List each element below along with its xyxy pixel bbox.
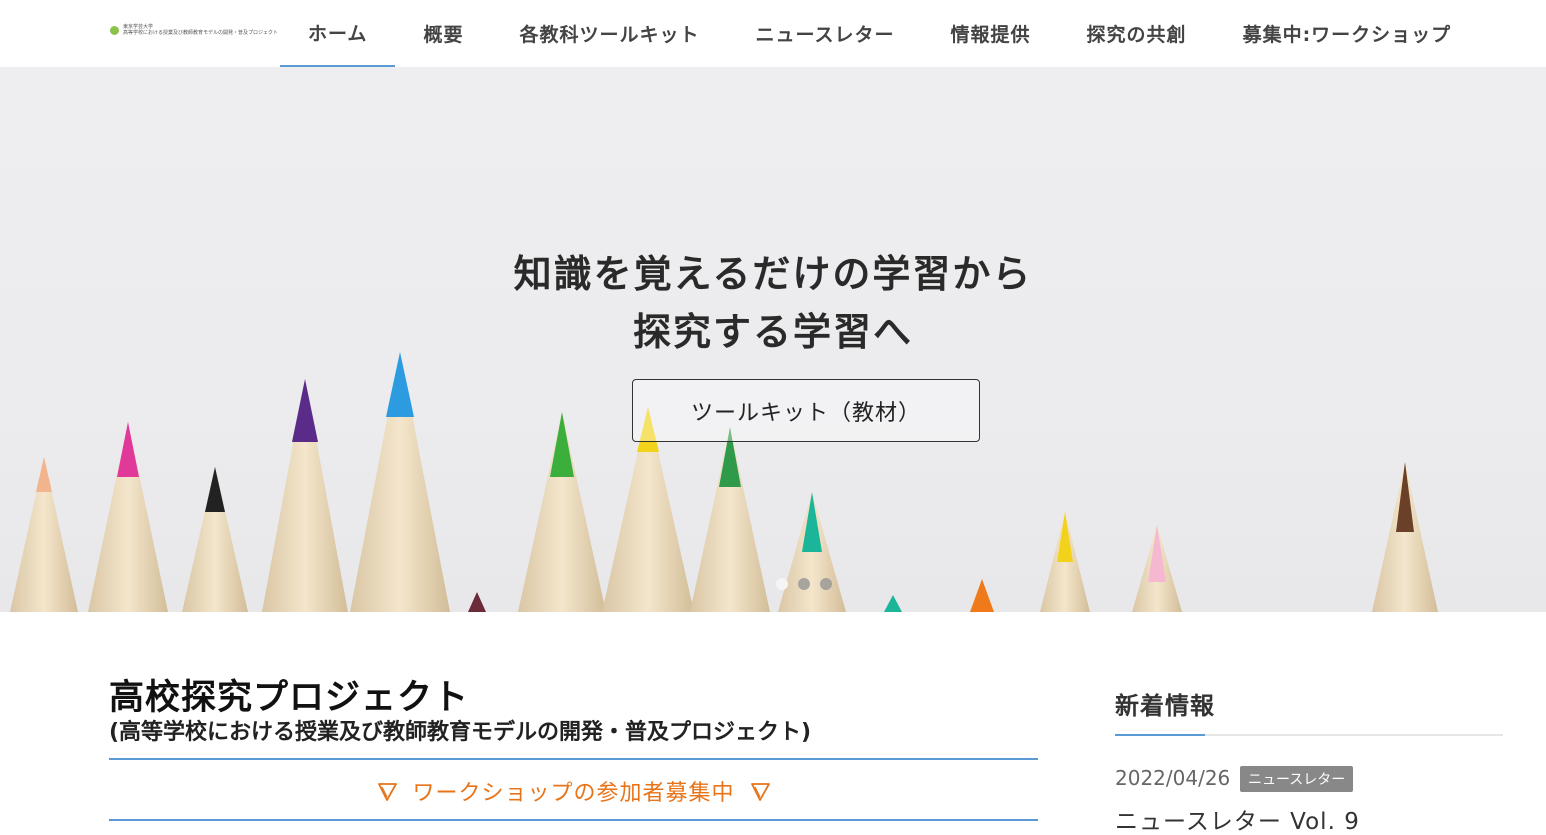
- logo-line2: 高等学校における授業及び教師教育モデルの開発・普及プロジェクト: [123, 30, 279, 36]
- carousel-dot-3[interactable]: [820, 578, 832, 590]
- carousel-dots: [776, 578, 832, 590]
- hero-title: 知識を覚えるだけの学習から 探究する学習へ: [0, 245, 1546, 361]
- nav-item-co-creation[interactable]: 探究の共創: [1059, 0, 1215, 67]
- site-logo[interactable]: 東京学芸大学 高等学校における授業及び教師教育モデルの開発・普及プロジェクト: [110, 20, 278, 40]
- banner-divider-bottom: [109, 819, 1038, 821]
- site-header: 東京学芸大学 高等学校における授業及び教師教育モデルの開発・普及プロジェクト ホ…: [0, 0, 1546, 67]
- banner-divider-top: [109, 758, 1038, 760]
- nav-item-home[interactable]: ホーム: [280, 0, 396, 67]
- hero-carousel: 知識を覚えるだけの学習から 探究する学習へ ツールキット（教材）: [0, 67, 1546, 612]
- triangle-down-icon: [378, 782, 398, 801]
- nav-item-newsletter[interactable]: ニュースレター: [727, 0, 922, 67]
- main-nav: ホーム 概要 各教科ツールキット ニュースレター 情報提供 探究の共創 募集中:…: [280, 0, 1479, 67]
- nav-item-workshop[interactable]: 募集中:ワークショップ: [1215, 0, 1480, 67]
- page-subtitle: (高等学校における授業及び教師教育モデルの開発・普及プロジェクト): [109, 720, 812, 745]
- carousel-dot-1[interactable]: [776, 578, 788, 590]
- logo-mark-icon: [110, 25, 119, 35]
- news-date: 2022/04/26: [1115, 766, 1231, 790]
- toolkit-button[interactable]: ツールキット（教材）: [632, 379, 980, 442]
- hero-title-line2: 探究する学習へ: [632, 310, 913, 354]
- news-section-title: 新着情報: [1115, 692, 1215, 720]
- workshop-banner-link[interactable]: ワークショップの参加者募集中: [109, 763, 1038, 818]
- nav-item-info[interactable]: 情報提供: [923, 0, 1059, 67]
- news-section-divider-accent: [1115, 734, 1205, 736]
- workshop-banner-text: ワークショップの参加者募集中: [412, 780, 735, 806]
- hero-title-line1: 知識を覚えるだけの学習から: [513, 252, 1033, 296]
- nav-item-overview[interactable]: 概要: [395, 0, 491, 67]
- nav-item-toolkits[interactable]: 各教科ツールキット: [491, 0, 727, 67]
- news-category-badge[interactable]: ニュースレター: [1240, 766, 1354, 792]
- triangle-down-icon: [750, 782, 770, 801]
- news-item-link[interactable]: ニュースレター Vol. 9: [1115, 802, 1360, 835]
- carousel-dot-2[interactable]: [798, 578, 810, 590]
- logo-text: 東京学芸大学 高等学校における授業及び教師教育モデルの開発・普及プロジェクト: [123, 24, 278, 36]
- page-title: 高校探究プロジェクト: [109, 678, 470, 718]
